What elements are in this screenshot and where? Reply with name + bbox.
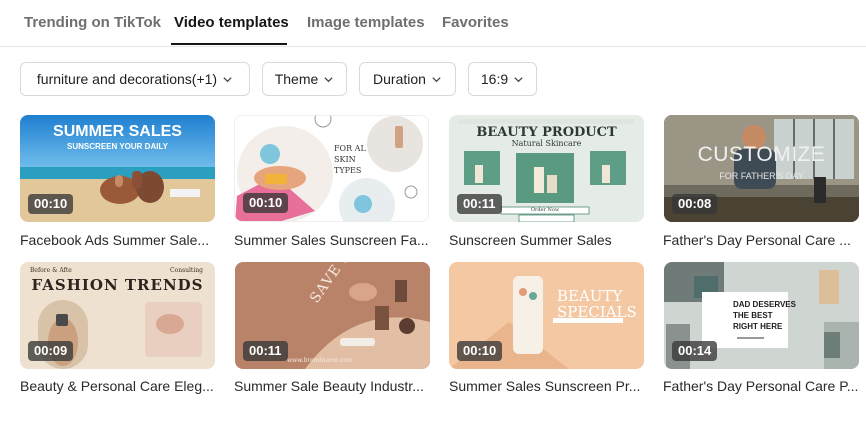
duration-filter-dropdown[interactable]: Duration (359, 62, 456, 96)
thumbnail-headline: FASHION TRENDS (31, 276, 204, 294)
thumbnail-text-line: BEAUTY (557, 287, 623, 305)
thumbnail-text-line: SKIN (334, 155, 356, 164)
thumbnail-text-line: DAD DESERVES (733, 300, 796, 309)
thumbnail-url: www.brandname.com (287, 357, 353, 364)
thumbnail-text-line: THE BEST (733, 311, 773, 320)
duration-badge: 00:11 (243, 341, 288, 361)
duration-filter-label: Duration (373, 71, 426, 87)
thumbnail-text-line: SPECIALS (557, 303, 637, 321)
duration-badge: 00:14 (672, 341, 718, 361)
thumbnail-headline: SUMMER SALES (53, 123, 182, 140)
thumbnail-headline: BEAUTY PRODUCT (476, 125, 617, 140)
tab-image-templates[interactable]: Image templates (307, 14, 425, 31)
aspect-ratio-filter-label: 16:9 (480, 71, 509, 87)
active-tab-indicator (171, 43, 287, 45)
template-title[interactable]: Summer Sale Beauty Industr... (234, 378, 432, 394)
duration-badge: 00:11 (457, 194, 502, 214)
thumbnail-text-line: RIGHT HERE (733, 322, 783, 331)
template-card[interactable]: FOR AL SKIN TYPES 00:10 (234, 115, 429, 222)
chevron-down-icon (223, 76, 232, 82)
template-card[interactable]: CUSTOMIZE FOR FATHER'S DAY 00:08 (664, 115, 859, 222)
thumbnail-text: Before & Afte (30, 267, 72, 274)
thumbnail-text: FOR AL SKIN TYPES (334, 143, 366, 176)
category-filter-dropdown[interactable]: furniture and decorations(+1) (20, 62, 250, 96)
template-title[interactable]: Summer Sales Sunscreen Pr... (449, 378, 647, 394)
thumbnail-text: Consulting (170, 267, 203, 274)
chevron-down-icon (514, 76, 523, 82)
template-title[interactable]: Sunscreen Summer Sales (449, 232, 647, 248)
chevron-down-icon (432, 76, 441, 82)
thumbnail-text-line: TYPES (334, 166, 362, 175)
template-card[interactable]: BEAUTY PRODUCT Natural Skincare Order No… (449, 115, 644, 222)
thumbnail-headline: DAD DESERVES THE BEST RIGHT HERE (733, 299, 796, 332)
tab-video-templates[interactable]: Video templates (174, 14, 289, 31)
category-filter-label: furniture and decorations(+1) (36, 71, 218, 87)
thumbnail-subheadline: FOR FATHER'S DAY (719, 171, 804, 181)
template-card[interactable]: Before & Afte Consulting FASHION TRENDS … (20, 262, 215, 369)
template-title[interactable]: Facebook Ads Summer Sale... (20, 232, 218, 248)
thumbnail-subheadline: SUNSCREEN YOUR DAILY (67, 142, 168, 151)
chevron-down-icon (324, 76, 333, 82)
thumbnail-order-now: Order Now (530, 207, 560, 213)
template-title[interactable]: Father's Day Personal Care ... (663, 232, 861, 248)
tab-trending-on-tiktok[interactable]: Trending on TikTok (24, 14, 161, 31)
duration-badge: 00:10 (243, 193, 289, 213)
template-tabs: Trending on TikTok Video templates Image… (0, 0, 866, 47)
template-card[interactable]: SAVE BIG NOW www.brandname.com 00:11 (235, 262, 430, 369)
thumbnail-headline: BEAUTY SPECIALS (557, 288, 637, 320)
tab-favorites[interactable]: Favorites (442, 14, 509, 31)
template-title[interactable]: Beauty & Personal Care Eleg... (20, 378, 218, 394)
theme-filter-dropdown[interactable]: Theme (262, 62, 347, 96)
template-title[interactable]: Father's Day Personal Care P... (663, 378, 861, 394)
template-card[interactable]: BEAUTY SPECIALS 00:10 (449, 262, 644, 369)
duration-badge: 00:09 (28, 341, 74, 361)
theme-filter-label: Theme (274, 71, 319, 87)
template-title[interactable]: Summer Sales Sunscreen Fa... (234, 232, 432, 248)
duration-badge: 00:08 (672, 194, 718, 214)
duration-badge: 00:10 (28, 194, 74, 214)
thumbnail-subheadline: Natural Skincare (511, 139, 582, 148)
template-card[interactable]: DAD DESERVES THE BEST RIGHT HERE 00:14 (664, 262, 859, 369)
thumbnail-headline: CUSTOMIZE (697, 143, 826, 166)
duration-badge: 00:10 (457, 341, 503, 361)
template-card[interactable]: SUMMER SALES SUNSCREEN YOUR DAILY 00:10 (20, 115, 215, 222)
thumbnail-text-line: FOR AL (334, 144, 366, 153)
aspect-ratio-filter-dropdown[interactable]: 16:9 (468, 62, 537, 96)
